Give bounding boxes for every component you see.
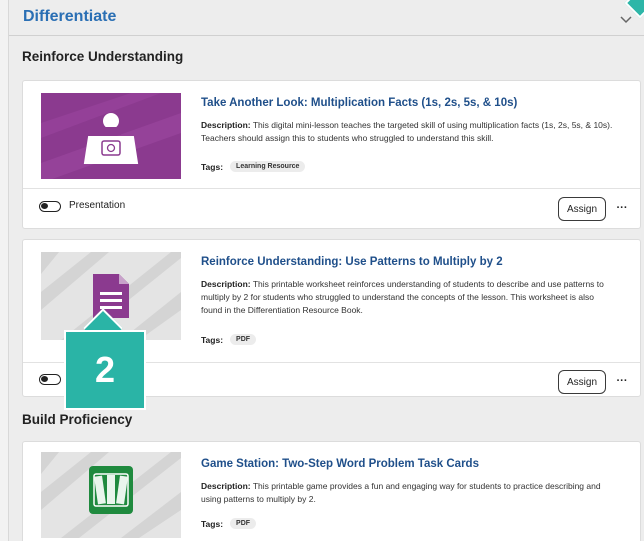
toggle-label: Presentation xyxy=(69,200,126,211)
assign-button[interactable]: Assign xyxy=(558,370,606,394)
description-text: This digital mini-lesson teaches the tar… xyxy=(201,120,613,143)
assign-button[interactable]: Assign xyxy=(558,197,606,221)
presentation-screen-icon xyxy=(41,93,181,179)
description-text: This printable game provides a fun and e… xyxy=(201,481,601,504)
resource-title[interactable]: Reinforce Understanding: Use Patterns to… xyxy=(201,256,503,268)
tag-chip[interactable]: Learning Resource xyxy=(230,161,306,172)
description-label: Description: xyxy=(201,120,251,130)
description-label: Description: xyxy=(201,481,251,491)
resource-title[interactable]: Take Another Look: Multiplication Facts … xyxy=(201,97,517,109)
callout-number-badge: 2 xyxy=(64,330,146,410)
resource-description: Description: This digital mini-lesson te… xyxy=(201,119,616,145)
tags-row: Tags: PDF xyxy=(201,518,257,529)
tags-row: Tags: PDF xyxy=(201,334,257,345)
more-options-button[interactable]: ··· xyxy=(613,202,631,220)
tag-chip[interactable]: PDF xyxy=(230,518,257,529)
resource-thumbnail[interactable] xyxy=(41,93,181,179)
differentiate-panel: Differentiate Reinforce Understanding Ta… xyxy=(8,0,644,541)
section-title-proficiency: Build Proficiency xyxy=(22,412,133,427)
resource-card: Take Another Look: Multiplication Facts … xyxy=(22,80,641,229)
presentation-toggle[interactable] xyxy=(39,201,61,212)
tags-row: Tags: Learning Resource xyxy=(201,161,306,172)
cards-icon xyxy=(41,452,181,538)
section-title-reinforce: Reinforce Understanding xyxy=(22,49,184,64)
presentation-toggle[interactable] xyxy=(39,374,61,385)
tag-chip[interactable]: PDF xyxy=(230,334,257,345)
card-divider xyxy=(23,188,640,189)
more-options-button[interactable]: ··· xyxy=(613,375,631,393)
tags-label: Tags: xyxy=(201,334,224,345)
tags-label: Tags: xyxy=(201,161,224,172)
resource-description: Description: This printable game provide… xyxy=(201,480,616,506)
tags-label: Tags: xyxy=(201,518,224,529)
chevron-down-icon[interactable] xyxy=(619,12,633,26)
resource-card: Game Station: Two-Step Word Problem Task… xyxy=(22,441,641,541)
panel-header[interactable]: Differentiate xyxy=(9,0,644,36)
panel-title: Differentiate xyxy=(23,8,117,25)
description-text: This printable worksheet reinforces unde… xyxy=(201,279,604,315)
description-label: Description: xyxy=(201,279,251,289)
resource-description: Description: This printable worksheet re… xyxy=(201,278,616,317)
resource-title[interactable]: Game Station: Two-Step Word Problem Task… xyxy=(201,458,479,470)
resource-thumbnail[interactable] xyxy=(41,452,181,538)
